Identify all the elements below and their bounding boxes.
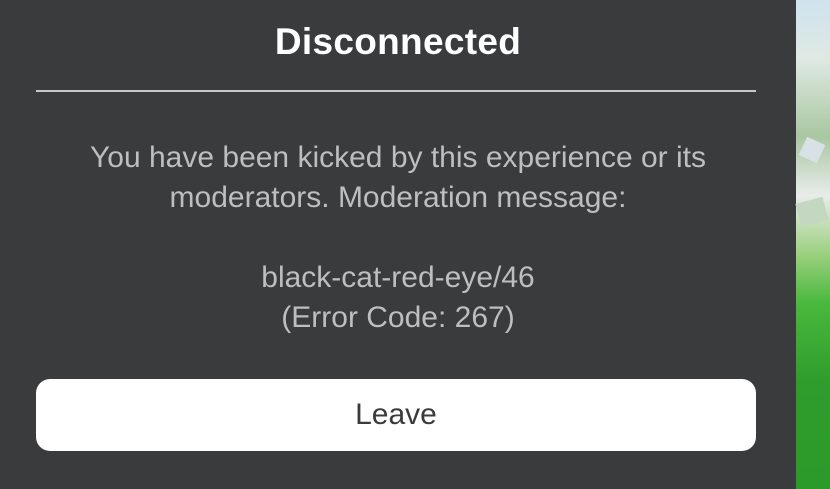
kick-explanation: You have been kicked by this experience … bbox=[90, 141, 706, 214]
game-backdrop bbox=[795, 0, 830, 489]
backdrop-detail bbox=[795, 196, 829, 228]
error-code: (Error Code: 267) bbox=[281, 301, 515, 334]
screen: Disconnected You have been kicked by thi… bbox=[0, 0, 830, 489]
moderation-message: black-cat-red-eye/46 bbox=[261, 261, 535, 294]
title-divider bbox=[36, 90, 756, 92]
dialog-message: You have been kicked by this experience … bbox=[60, 138, 736, 338]
disconnected-dialog: Disconnected You have been kicked by thi… bbox=[0, 0, 796, 489]
dialog-title: Disconnected bbox=[274, 21, 522, 62]
backdrop-detail bbox=[798, 136, 826, 164]
leave-button[interactable]: Leave bbox=[36, 379, 756, 451]
